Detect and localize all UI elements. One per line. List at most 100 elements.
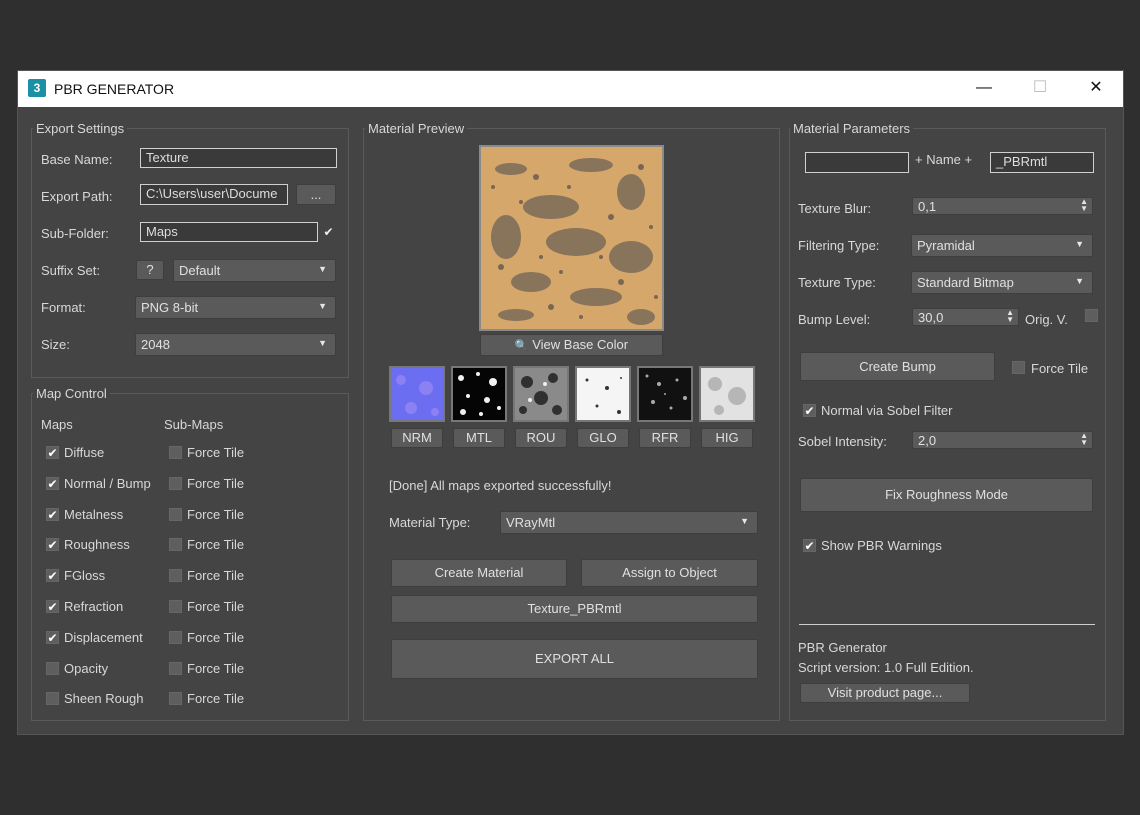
- map-checkbox[interactable]: ✔: [46, 631, 59, 644]
- base-name-input[interactable]: Texture: [140, 148, 337, 168]
- force-tile-checkbox[interactable]: [169, 692, 182, 705]
- map-checkbox[interactable]: ✔: [46, 569, 59, 582]
- material-type-label: Material Type:: [389, 515, 471, 530]
- map-tab-button[interactable]: RFR: [639, 428, 691, 448]
- force-tile-checkbox[interactable]: [169, 662, 182, 675]
- force-tile-label: Force Tile: [187, 445, 245, 460]
- export-all-button[interactable]: EXPORT ALL: [391, 639, 758, 679]
- filtering-type-label: Filtering Type:: [798, 238, 880, 253]
- subfolder-input[interactable]: Maps: [140, 222, 318, 242]
- force-tile-label: Force Tile: [187, 630, 245, 645]
- roughness-map-thumbnail[interactable]: [513, 366, 569, 422]
- size-label: Size:: [41, 337, 70, 352]
- export-path-input[interactable]: C:\Users\user\Docume: [140, 184, 288, 205]
- size-value: 2048: [141, 337, 170, 352]
- material-parameters-group: [789, 128, 1106, 721]
- search-icon: 🔍: [514, 340, 529, 352]
- maximize-button[interactable]: ☐: [1012, 71, 1068, 107]
- close-button[interactable]: ✕: [1068, 71, 1124, 107]
- fix-roughness-mode-button[interactable]: Fix Roughness Mode: [800, 478, 1093, 512]
- texture-blur-spinner[interactable]: 0,1 ▲ ▼: [912, 197, 1093, 215]
- material-name-button[interactable]: Texture_PBRmtl: [391, 595, 758, 623]
- force-tile-checkbox[interactable]: [169, 446, 182, 459]
- chevron-down-icon: ▼: [1075, 239, 1084, 249]
- force-tile-checkbox[interactable]: [169, 477, 182, 490]
- map-tab-button[interactable]: NRM: [391, 428, 443, 448]
- material-type-value: VRayMtl: [506, 515, 556, 530]
- map-checkbox[interactable]: ✔: [46, 477, 59, 490]
- map-tab-button[interactable]: MTL: [453, 428, 505, 448]
- view-base-color-label: View Base Color: [532, 337, 629, 352]
- spinner-arrows-icon: ▲ ▼: [1006, 308, 1014, 324]
- spinner-arrows-icon: ▲ ▼: [1080, 197, 1088, 213]
- map-checkbox[interactable]: [46, 692, 59, 705]
- map-label: Metalness: [64, 507, 124, 522]
- view-base-color-button[interactable]: 🔍 View Base Color: [480, 334, 663, 356]
- bump-level-spinner[interactable]: 30,0 ▲ ▼: [912, 308, 1019, 326]
- footer-divider: [799, 624, 1095, 625]
- force-tile-checkbox[interactable]: [169, 631, 182, 644]
- suffix-set-dropdown[interactable]: Default ▼: [173, 259, 336, 282]
- force-tile-label: Force Tile: [187, 661, 245, 676]
- roughness-map-pattern: [515, 368, 567, 420]
- window-title: PBR GENERATOR: [54, 81, 175, 97]
- force-tile-label: Force Tile: [187, 691, 245, 706]
- force-tile-checkbox[interactable]: [169, 508, 182, 521]
- visit-product-page-button[interactable]: Visit product page...: [800, 683, 970, 703]
- texture-blur-label: Texture Blur:: [798, 201, 871, 216]
- height-map-thumbnail[interactable]: [699, 366, 755, 422]
- texture-type-dropdown[interactable]: Standard Bitmap ▼: [911, 271, 1093, 294]
- bump-force-tile-label: Force Tile: [1031, 361, 1089, 376]
- bump-force-tile-checkbox[interactable]: [1012, 361, 1025, 374]
- show-pbr-warnings-checkbox[interactable]: ✔: [803, 539, 816, 552]
- minimize-button[interactable]: —: [956, 71, 1012, 107]
- normal-sobel-checkbox[interactable]: ✔: [803, 404, 816, 417]
- sobel-intensity-label: Sobel Intensity:: [798, 434, 887, 449]
- format-dropdown[interactable]: PNG 8-bit ▼: [135, 296, 336, 319]
- assign-to-object-button[interactable]: Assign to Object: [581, 559, 758, 587]
- refraction-map-thumbnail[interactable]: [637, 366, 693, 422]
- sobel-intensity-spinner[interactable]: 2,0 ▲ ▼: [912, 431, 1093, 449]
- browse-button[interactable]: ...: [296, 184, 336, 205]
- create-material-button[interactable]: Create Material: [391, 559, 567, 587]
- suffix-help-button[interactable]: ?: [136, 260, 164, 280]
- map-tab-button[interactable]: HIG: [701, 428, 753, 448]
- material-prefix-input[interactable]: [805, 152, 909, 173]
- map-checkbox[interactable]: ✔: [46, 538, 59, 551]
- force-tile-checkbox[interactable]: [169, 538, 182, 551]
- pbr-generator-window: 3 PBR GENERATOR — ☐ ✕ Export Settings Ba…: [17, 70, 1124, 735]
- map-checkbox[interactable]: ✔: [46, 446, 59, 459]
- gloss-map-thumbnail[interactable]: [575, 366, 631, 422]
- size-dropdown[interactable]: 2048 ▼: [135, 333, 336, 356]
- refraction-map-pattern: [639, 368, 691, 420]
- force-tile-label: Force Tile: [187, 537, 245, 552]
- height-map-pattern: [701, 368, 753, 420]
- map-checkbox[interactable]: [46, 662, 59, 675]
- base-name-label: Base Name:: [41, 152, 113, 167]
- map-checkbox[interactable]: ✔: [46, 508, 59, 521]
- footer-title: PBR Generator: [798, 640, 887, 655]
- export-settings-label: Export Settings: [33, 121, 128, 136]
- map-tab-button[interactable]: ROU: [515, 428, 567, 448]
- metalness-map-thumbnail[interactable]: [451, 366, 507, 422]
- material-type-dropdown[interactable]: VRayMtl ▼: [500, 511, 758, 534]
- texture-preview-svg: [481, 147, 662, 329]
- subfolder-checkbox[interactable]: ✔: [322, 226, 335, 239]
- force-tile-checkbox[interactable]: [169, 600, 182, 613]
- normal-map-thumbnail[interactable]: [389, 366, 445, 422]
- filtering-type-dropdown[interactable]: Pyramidal ▼: [911, 234, 1093, 257]
- export-path-label: Export Path:: [41, 189, 113, 204]
- create-bump-button[interactable]: Create Bump: [800, 352, 995, 381]
- map-tab-button[interactable]: GLO: [577, 428, 629, 448]
- maps-header: Maps: [41, 417, 73, 432]
- texture-blur-value: 0,1: [918, 199, 937, 214]
- force-tile-label: Force Tile: [187, 568, 245, 583]
- map-checkbox[interactable]: ✔: [46, 600, 59, 613]
- material-suffix-input[interactable]: _PBRmtl: [990, 152, 1094, 173]
- force-tile-checkbox[interactable]: [169, 569, 182, 582]
- subfolder-label: Sub-Folder:: [41, 226, 109, 241]
- app-icon: 3: [28, 79, 46, 97]
- title-bar[interactable]: 3 PBR GENERATOR — ☐ ✕: [18, 71, 1123, 107]
- metalness-map-pattern: [453, 368, 505, 420]
- orig-v-checkbox[interactable]: [1085, 309, 1098, 322]
